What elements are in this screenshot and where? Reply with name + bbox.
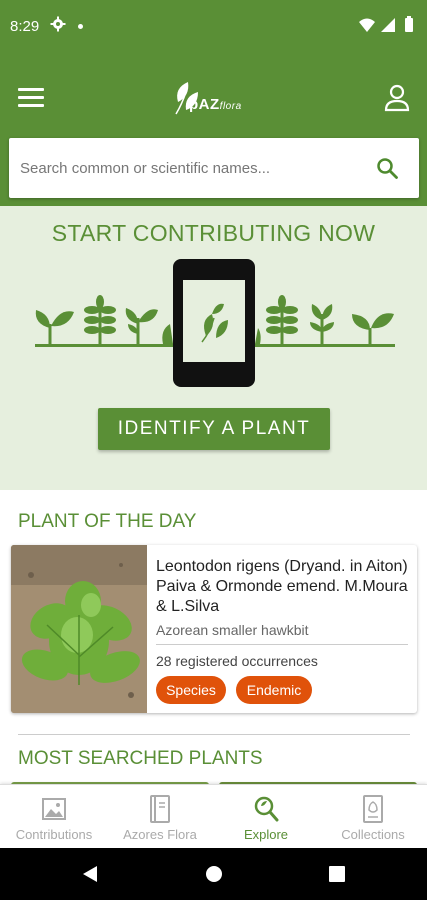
plant-common-name: Azorean smaller hawkbit bbox=[156, 622, 309, 638]
nav-label: Collections bbox=[341, 827, 405, 842]
back-icon[interactable] bbox=[80, 864, 100, 884]
plant-scientific-name: Leontodon rigens (Dryand. in Aiton) Paiv… bbox=[156, 558, 408, 615]
identify-plant-button[interactable]: IDENTIFY A PLANT bbox=[98, 408, 330, 450]
book-icon bbox=[150, 795, 170, 823]
status-bar: 8:29 bbox=[0, 0, 427, 56]
app-logo: pAZflora bbox=[170, 76, 260, 120]
card-divider bbox=[156, 644, 408, 645]
occurrences-count: 28 registered occurrences bbox=[156, 653, 318, 669]
plant-of-the-day-title: PLANT OF THE DAY bbox=[18, 511, 197, 532]
search-icon bbox=[254, 796, 279, 822]
bottom-navigation: Contributions Azores Flora Explore Colle… bbox=[0, 784, 427, 848]
plant-photo bbox=[11, 545, 147, 713]
section-divider bbox=[18, 734, 410, 735]
settings-gear-icon bbox=[50, 16, 66, 32]
endemic-tag: Endemic bbox=[236, 676, 312, 704]
app-bar: pAZflora bbox=[0, 56, 427, 206]
account-icon[interactable] bbox=[383, 84, 411, 112]
system-navigation-bar bbox=[0, 848, 427, 900]
search-icon[interactable] bbox=[375, 156, 399, 180]
contribute-banner: START CONTRIBUTING NOW IDENTIFY A PLANT bbox=[0, 206, 427, 490]
home-icon[interactable] bbox=[204, 864, 224, 884]
nav-label: Azores Flora bbox=[123, 827, 197, 842]
collection-icon bbox=[363, 795, 383, 823]
nav-azores-flora[interactable]: Azores Flora bbox=[107, 785, 213, 849]
status-indicators-icon bbox=[359, 16, 413, 32]
nav-label: Contributions bbox=[15, 827, 93, 842]
nav-explore[interactable]: Explore bbox=[213, 785, 319, 849]
most-searched-title: MOST SEARCHED PLANTS bbox=[18, 748, 263, 769]
status-time: 8:29 bbox=[10, 18, 40, 35]
notification-dot-icon bbox=[78, 24, 83, 29]
image-icon bbox=[42, 798, 66, 820]
logo-text: pAZflora bbox=[189, 96, 242, 113]
contribute-title: START CONTRIBUTING NOW bbox=[51, 220, 376, 246]
nav-collections[interactable]: Collections bbox=[320, 785, 426, 849]
phone-plants-illustration bbox=[35, 259, 395, 387]
plant-of-the-day-card[interactable]: Leontodon rigens (Dryand. in Aiton) Paiv… bbox=[11, 545, 417, 713]
menu-icon[interactable] bbox=[18, 88, 44, 110]
search-bar[interactable] bbox=[9, 138, 419, 198]
search-input[interactable] bbox=[20, 138, 360, 198]
species-tag: Species bbox=[156, 676, 226, 704]
nav-label: Explore bbox=[243, 827, 289, 842]
nav-contributions[interactable]: Contributions bbox=[1, 785, 107, 849]
recents-icon[interactable] bbox=[328, 865, 346, 883]
